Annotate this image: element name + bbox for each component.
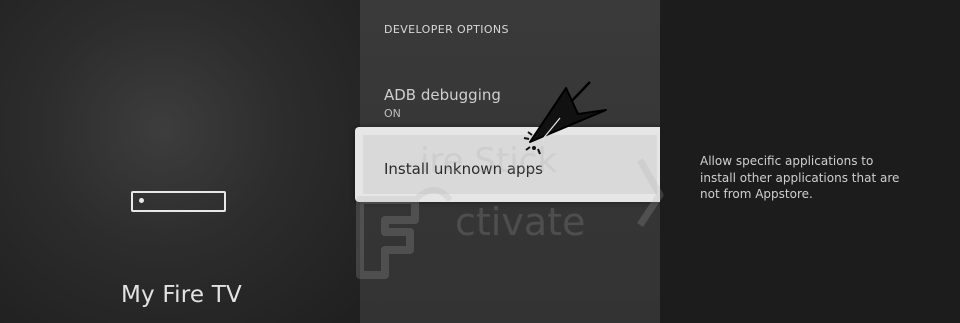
section-header: DEVELOPER OPTIONS bbox=[384, 23, 509, 36]
page-title: My Fire TV bbox=[121, 282, 242, 308]
menu-item-install-unknown-apps[interactable]: Install unknown apps bbox=[355, 127, 665, 202]
device-led-dot bbox=[139, 198, 144, 203]
menu-item-label: Install unknown apps bbox=[384, 160, 543, 178]
fire-tv-settings-screen: My Fire TV DEVELOPER OPTIONS ADB debuggi… bbox=[0, 0, 960, 323]
arrow-pointer-icon bbox=[523, 81, 607, 155]
left-panel: My Fire TV bbox=[0, 0, 360, 323]
item-description: Allow specific applications to install o… bbox=[700, 154, 900, 201]
fire-tv-stick-icon bbox=[131, 191, 226, 212]
detail-panel: Allow specific applications to install o… bbox=[660, 0, 960, 323]
